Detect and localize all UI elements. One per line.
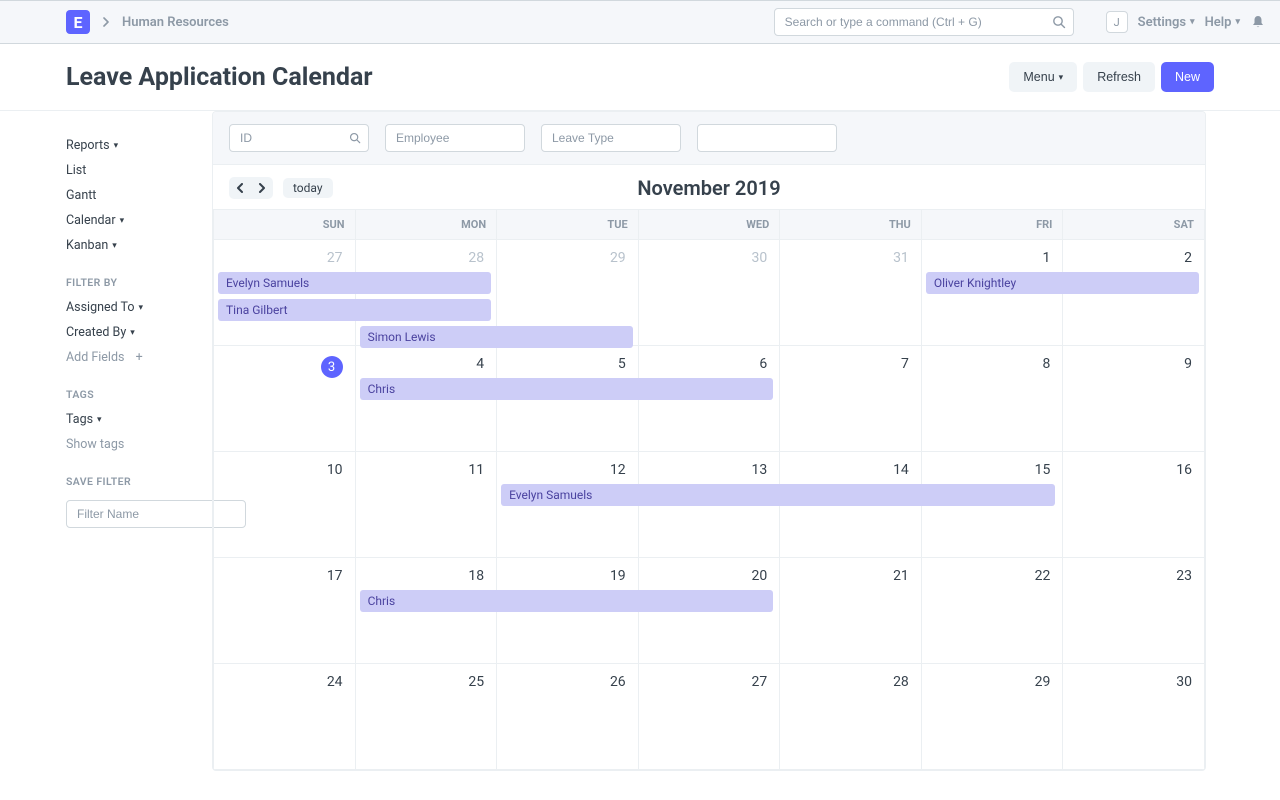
calendar-cell[interactable]: 28 [780,664,922,770]
avatar[interactable]: J [1106,11,1128,33]
filter-employee-input[interactable] [385,124,525,152]
chevron-down-icon: ▾ [112,241,117,251]
filter-bar [213,112,1205,165]
chevron-down-icon: ▾ [114,141,119,151]
search-icon [349,132,361,144]
calendar-cell[interactable]: 30 [1063,664,1205,770]
show-tags[interactable]: Show tags [66,432,196,457]
calendar-title: November 2019 [637,176,780,200]
calendar-cell[interactable]: 26 [497,664,639,770]
calendar-cell[interactable]: 6 [638,346,780,452]
calendar-cell[interactable]: 25 [355,664,497,770]
chevron-down-icon: ▾ [97,415,102,425]
calendar-cell[interactable]: 1Oliver Knightley [921,240,1063,346]
new-button[interactable]: New [1161,62,1214,92]
refresh-button[interactable]: Refresh [1083,62,1155,92]
page-title: Leave Application Calendar [66,63,1009,92]
filter-leavetype-input[interactable] [541,124,681,152]
calendar-cell[interactable]: 12Evelyn Samuels [497,452,639,558]
cal-day-header: Mon [355,210,497,240]
calendar-cell[interactable]: 19 [497,558,639,664]
calendar-cell[interactable]: 11 [355,452,497,558]
main-content: today November 2019 SunMonTueWedThuFriSa… [196,111,1280,771]
cal-day-header: Wed [638,210,780,240]
chevron-down-icon: ▾ [1190,17,1195,27]
today-button[interactable]: today [283,178,333,198]
calendar-cell[interactable]: 2 [1063,240,1205,346]
bell-icon[interactable] [1250,14,1266,30]
breadcrumb[interactable]: Human Resources [122,15,229,30]
navbar: E Human Resources J Settings▾ Help▾ [0,0,1280,44]
calendar-cell[interactable]: 8 [921,346,1063,452]
filter-by-label: FILTER BY [66,276,196,289]
cal-day-header: Thu [780,210,922,240]
chevron-down-icon: ▾ [120,216,125,226]
search-input[interactable] [774,8,1074,36]
settings-link[interactable]: Settings▾ [1138,15,1195,30]
calendar-cell[interactable]: 31 [780,240,922,346]
search-field[interactable] [774,8,1074,36]
calendar-grid: SunMonTueWedThuFriSat 27Evelyn SamuelsTi… [213,209,1205,770]
calendar-cell[interactable]: 15 [921,452,1063,558]
calendar-cell[interactable]: 5 [497,346,639,452]
calendar-cell[interactable]: 18Chris [355,558,497,664]
chevron-down-icon: ▾ [1059,72,1064,83]
plus-icon: + [136,350,143,365]
calendar-cell[interactable]: 17 [214,558,356,664]
calendar-cell[interactable]: 13 [638,452,780,558]
sidebar-item-calendar[interactable]: Calendar▾ [66,208,196,233]
breadcrumb-sep-icon [102,17,110,27]
page-header: Leave Application Calendar Menu▾ Refresh… [0,44,1280,111]
calendar-cell[interactable]: 29 [921,664,1063,770]
calendar-cell[interactable]: 30 [638,240,780,346]
calendar-cell[interactable]: 27 [638,664,780,770]
chevron-down-icon: ▾ [139,303,144,313]
sidebar-item-list[interactable]: List [66,158,196,183]
calendar-cell[interactable]: 7 [780,346,922,452]
help-link[interactable]: Help▾ [1205,15,1240,30]
filter-id-input[interactable] [229,124,369,152]
calendar-cell[interactable]: 14 [780,452,922,558]
next-month-button[interactable] [251,177,273,199]
prev-month-button[interactable] [229,177,251,199]
chevron-down-icon: ▾ [1235,17,1240,27]
calendar-cell[interactable]: 24 [214,664,356,770]
search-icon [1052,15,1066,29]
sidebar-filter-created[interactable]: Created By▾ [66,320,196,345]
calendar-cell[interactable]: 23 [1063,558,1205,664]
sidebar-filter-assigned[interactable]: Assigned To▾ [66,295,196,320]
calendar-cell[interactable]: 28Simon Lewis [355,240,497,346]
calendar-cell[interactable]: 4Chris [355,346,497,452]
cal-day-header: Sun [214,210,356,240]
cal-day-header: Sat [1063,210,1205,240]
sidebar-item-kanban[interactable]: Kanban▾ [66,233,196,258]
sidebar-item-reports[interactable]: Reports▾ [66,133,196,158]
calendar-cell[interactable]: 9 [1063,346,1205,452]
cal-day-header: Fri [921,210,1063,240]
tags-label: TAGS [66,388,196,401]
sidebar-tags[interactable]: Tags▾ [66,407,196,432]
calendar-cell[interactable]: 27Evelyn SamuelsTina Gilbert [214,240,356,346]
calendar-cell[interactable]: 20 [638,558,780,664]
save-filter-label: SAVE FILTER [66,475,196,488]
calendar-cell[interactable]: 29 [497,240,639,346]
calendar-toolbar: today November 2019 [213,165,1205,209]
chevron-down-icon: ▾ [130,328,135,338]
filter-blank-input[interactable] [697,124,837,152]
calendar-cell[interactable]: 22 [921,558,1063,664]
sidebar: Reports▾ List Gantt Calendar▾ Kanban▾ FI… [0,111,196,771]
calendar-cell[interactable]: 3 [214,346,356,452]
calendar-cell[interactable]: 16 [1063,452,1205,558]
sidebar-item-gantt[interactable]: Gantt [66,183,196,208]
cal-day-header: Tue [497,210,639,240]
menu-button[interactable]: Menu▾ [1009,62,1077,92]
calendar-cell[interactable]: 10 [214,452,356,558]
calendar-cell[interactable]: 21 [780,558,922,664]
add-fields-button[interactable]: Add Fields + [66,345,196,370]
app-logo[interactable]: E [66,10,90,34]
